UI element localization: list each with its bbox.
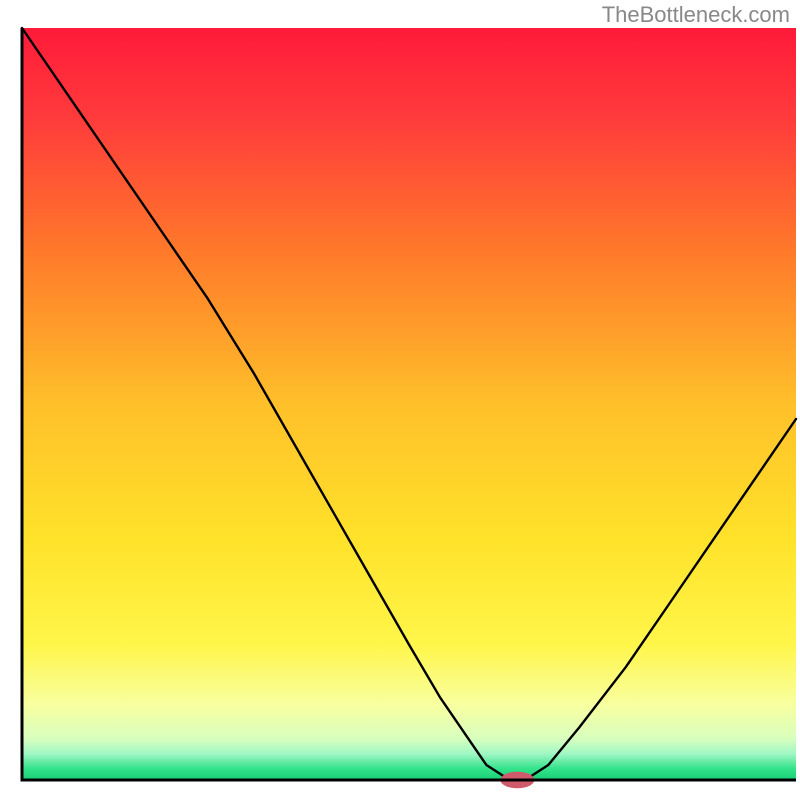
bottleneck-chart	[0, 0, 800, 800]
gradient-background	[22, 28, 796, 780]
watermark-text: TheBottleneck.com	[602, 2, 790, 28]
chart-root: { "watermark": "TheBottleneck.com", "cha…	[0, 0, 800, 800]
